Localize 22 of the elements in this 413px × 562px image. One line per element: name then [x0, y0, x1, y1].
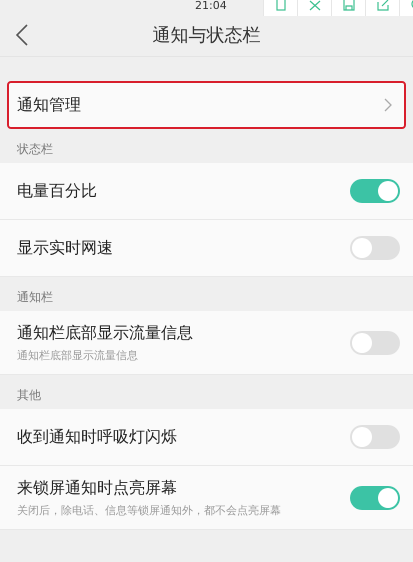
back-icon[interactable] — [16, 24, 28, 46]
setting-label: 显示实时网速 — [17, 238, 113, 258]
setting-description: 关闭后，除电话、信息等锁屏通知外，都不会点亮屏幕 — [17, 502, 281, 518]
setting-label: 收到通知时呼吸灯闪烁 — [17, 426, 177, 448]
toggle-switch[interactable] — [350, 179, 400, 203]
chevron-icon — [384, 98, 392, 112]
toggle-switch[interactable] — [350, 425, 400, 449]
toggle-switch[interactable] — [350, 330, 400, 354]
section-header: 状态栏 — [17, 141, 53, 158]
page-title: 通知与状态栏 — [152, 24, 260, 47]
section-header: 通知栏 — [17, 289, 53, 306]
setting-label: 通知栏底部显示流量信息 — [17, 322, 193, 344]
status-time: 21:04 — [195, 0, 227, 14]
setting-label: 电量百分比 — [17, 180, 97, 202]
setting-label: 来锁屏通知时点亮屏幕 — [17, 478, 178, 498]
setting-description: 通知栏底部显示流量信息 — [17, 348, 139, 362]
share-icon[interactable] — [376, 0, 388, 11]
toggle-switch[interactable] — [350, 486, 400, 510]
notification-management-row[interactable]: 通知管理 — [7, 81, 406, 129]
floppy-icon[interactable] — [342, 0, 354, 11]
toggle-switch[interactable] — [350, 236, 400, 260]
section-header: 其他 — [17, 387, 41, 404]
